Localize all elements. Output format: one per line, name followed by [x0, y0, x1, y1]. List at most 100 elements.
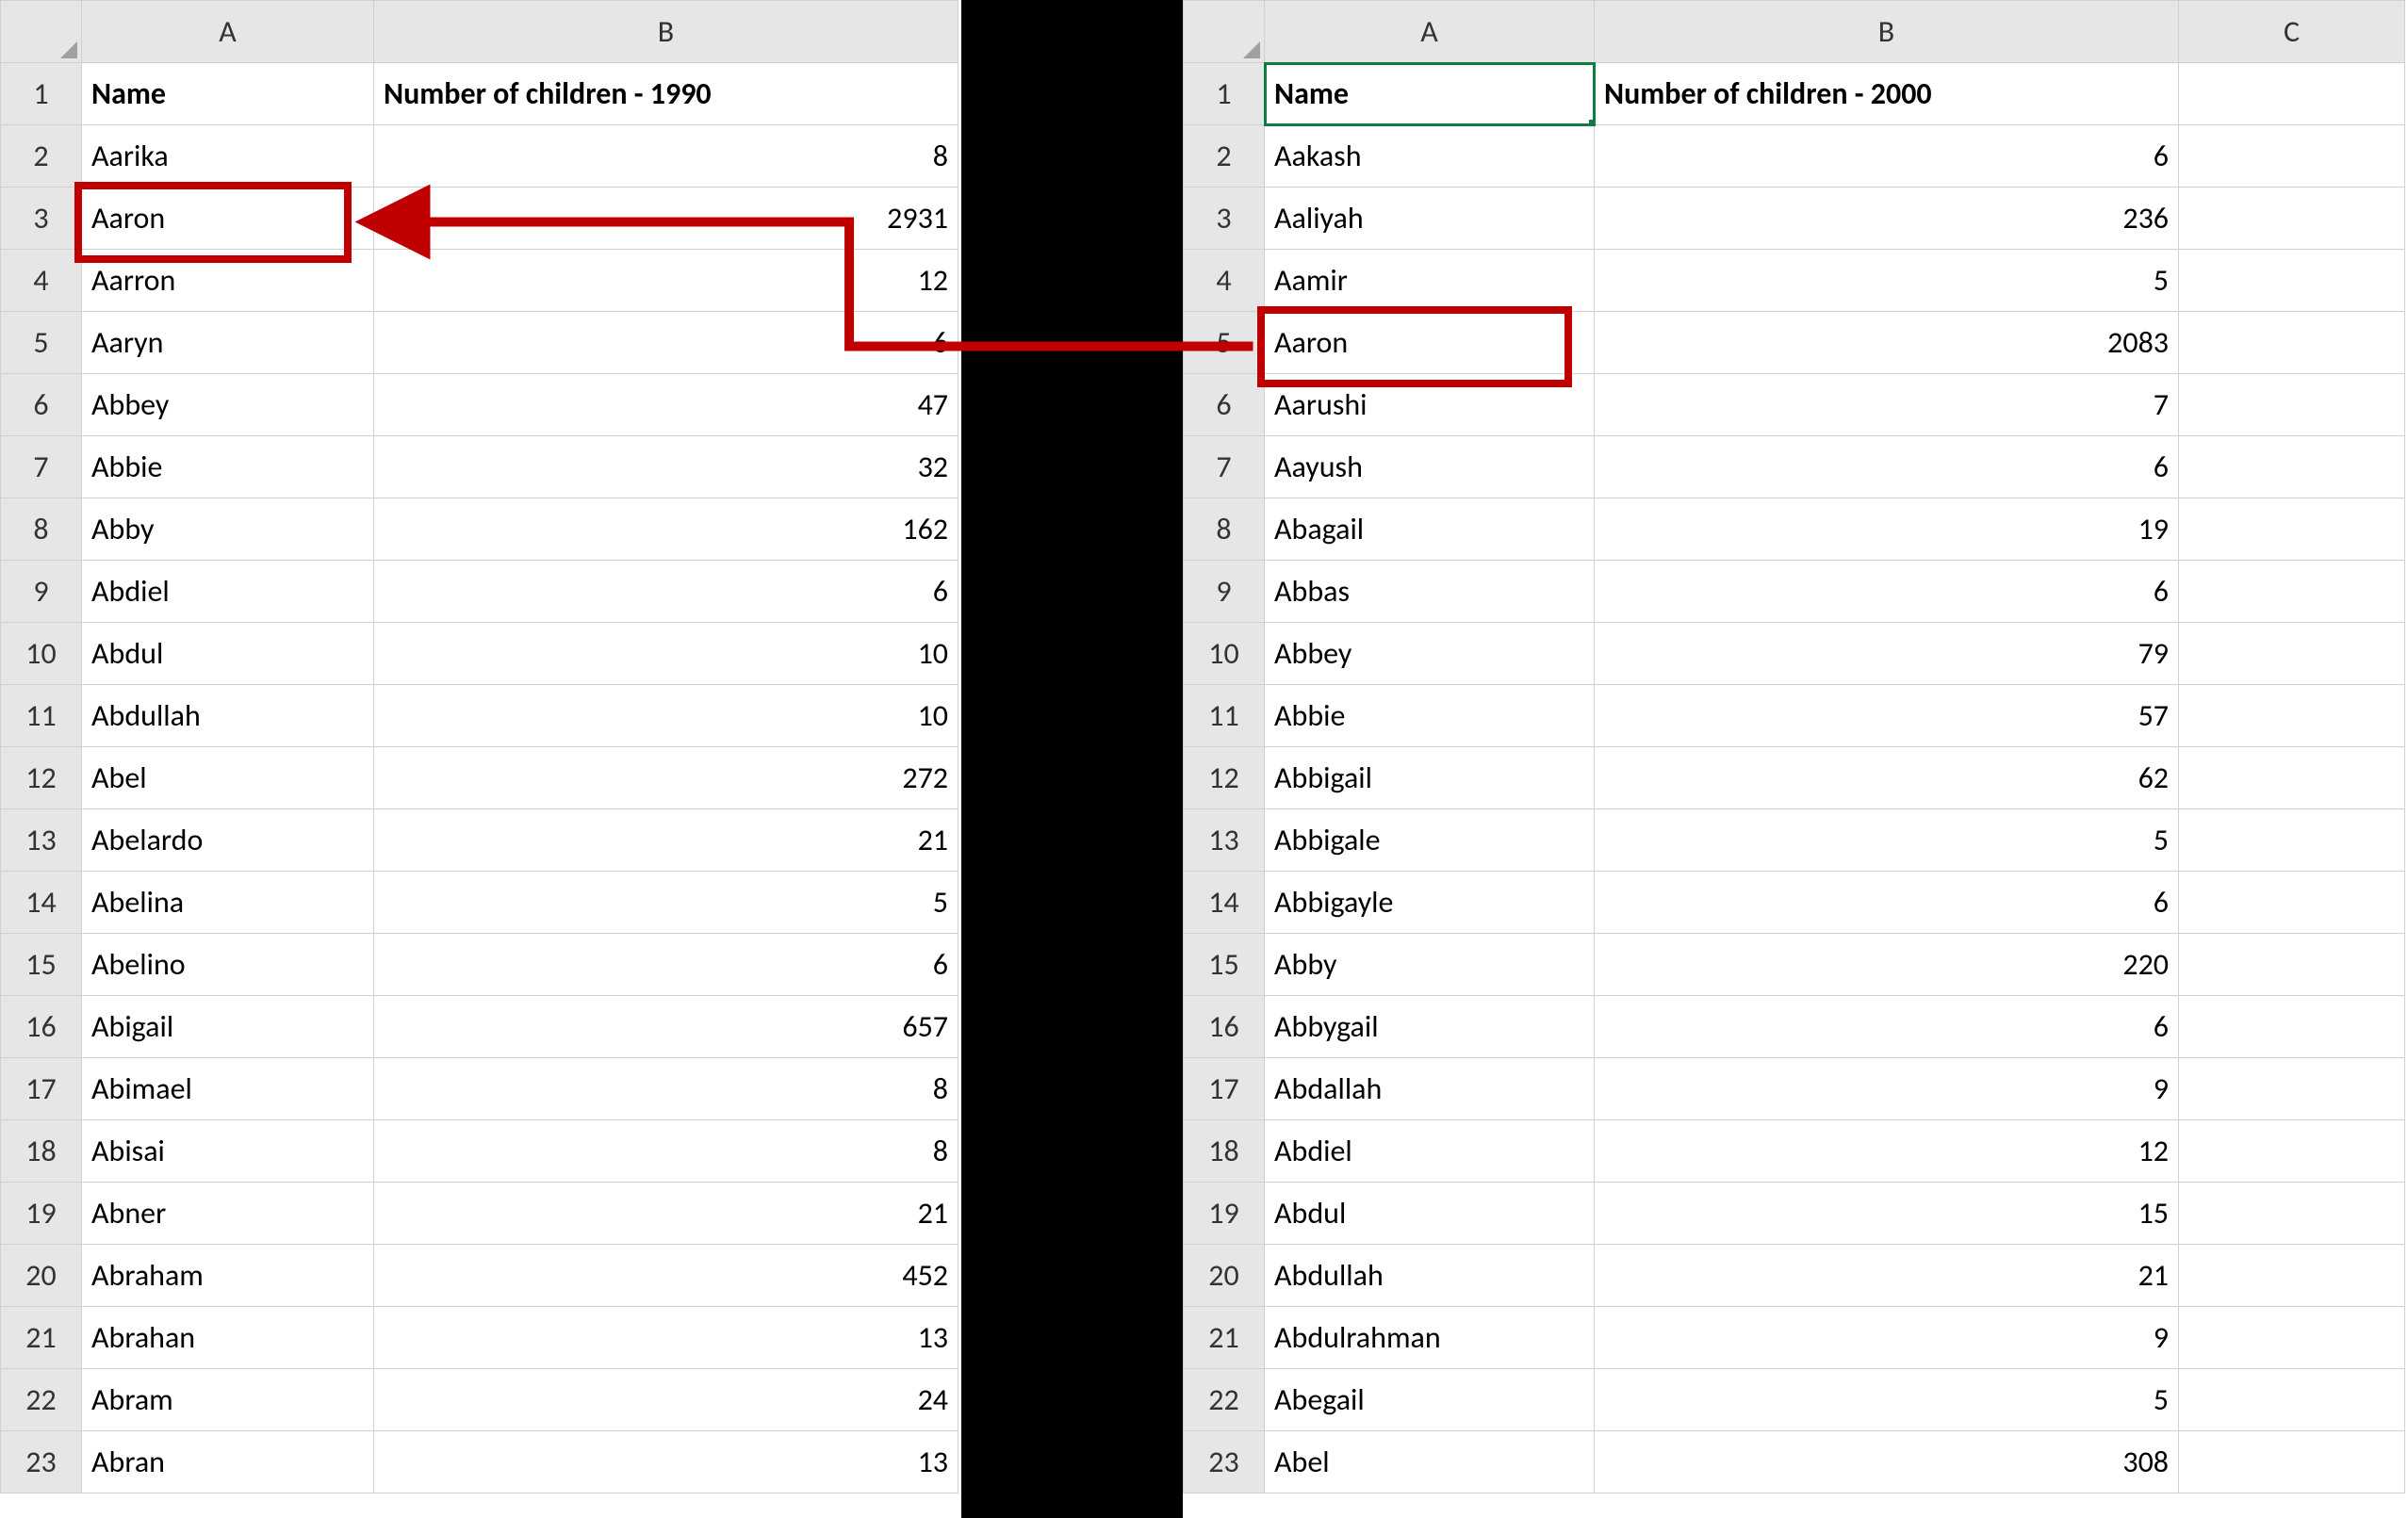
- cell[interactable]: Abisai: [82, 1120, 374, 1183]
- cell[interactable]: Abelina: [82, 872, 374, 934]
- cell[interactable]: [2179, 125, 2405, 188]
- cell[interactable]: Abdul: [82, 623, 374, 685]
- cell[interactable]: 162: [374, 498, 958, 561]
- cell[interactable]: 6: [1595, 125, 2179, 188]
- cell[interactable]: 9: [1595, 1307, 2179, 1369]
- cell[interactable]: 272: [374, 747, 958, 809]
- cell[interactable]: Abelardo: [82, 809, 374, 872]
- cell[interactable]: Abbygail: [1265, 996, 1595, 1058]
- cell[interactable]: 7: [1595, 374, 2179, 436]
- cell[interactable]: Abdulrahman: [1265, 1307, 1595, 1369]
- row-header[interactable]: 4: [1, 250, 82, 312]
- row-header[interactable]: 8: [1, 498, 82, 561]
- cell[interactable]: 13: [374, 1307, 958, 1369]
- cell[interactable]: 24: [374, 1369, 958, 1431]
- cell[interactable]: Abbie: [1265, 685, 1595, 747]
- cell[interactable]: Abbey: [1265, 623, 1595, 685]
- row-header[interactable]: 9: [1, 561, 82, 623]
- cell[interactable]: [2179, 996, 2405, 1058]
- row-header[interactable]: 6: [1184, 374, 1265, 436]
- cell[interactable]: 21: [374, 809, 958, 872]
- cell[interactable]: [2179, 1369, 2405, 1431]
- row-header[interactable]: 11: [1, 685, 82, 747]
- cell[interactable]: Abby: [82, 498, 374, 561]
- row-header[interactable]: 8: [1184, 498, 1265, 561]
- cell[interactable]: Abdul: [1265, 1183, 1595, 1245]
- cell[interactable]: 10: [374, 685, 958, 747]
- col-header-A[interactable]: A: [82, 1, 374, 63]
- cell[interactable]: 15: [1595, 1183, 2179, 1245]
- row-header[interactable]: 21: [1184, 1307, 1265, 1369]
- cell[interactable]: [2179, 1245, 2405, 1307]
- cell[interactable]: Abbie: [82, 436, 374, 498]
- cell[interactable]: Name: [1265, 63, 1595, 125]
- cell[interactable]: 2083: [1595, 312, 2179, 374]
- cell[interactable]: Abran: [82, 1431, 374, 1494]
- cell[interactable]: 9: [1595, 1058, 2179, 1120]
- row-header[interactable]: 20: [1184, 1245, 1265, 1307]
- cell[interactable]: [2179, 436, 2405, 498]
- cell[interactable]: 5: [1595, 809, 2179, 872]
- select-all-corner[interactable]: [1184, 1, 1265, 63]
- cell[interactable]: Abdullah: [82, 685, 374, 747]
- cell[interactable]: 32: [374, 436, 958, 498]
- col-header-B[interactable]: B: [1595, 1, 2179, 63]
- row-header[interactable]: 1: [1184, 63, 1265, 125]
- cell[interactable]: 47: [374, 374, 958, 436]
- row-header[interactable]: 20: [1, 1245, 82, 1307]
- cell[interactable]: Aaliyah: [1265, 188, 1595, 250]
- row-header[interactable]: 10: [1, 623, 82, 685]
- cell[interactable]: 12: [374, 250, 958, 312]
- cell[interactable]: Abagail: [1265, 498, 1595, 561]
- cell[interactable]: 10: [374, 623, 958, 685]
- row-header[interactable]: 23: [1184, 1431, 1265, 1494]
- row-header[interactable]: 12: [1184, 747, 1265, 809]
- cell[interactable]: Aarushi: [1265, 374, 1595, 436]
- row-header[interactable]: 19: [1184, 1183, 1265, 1245]
- cell[interactable]: [2179, 250, 2405, 312]
- cell[interactable]: [2179, 1120, 2405, 1183]
- row-header[interactable]: 7: [1184, 436, 1265, 498]
- cell[interactable]: Abimael: [82, 1058, 374, 1120]
- row-header[interactable]: 12: [1, 747, 82, 809]
- cell[interactable]: Abram: [82, 1369, 374, 1431]
- cell[interactable]: Abdullah: [1265, 1245, 1595, 1307]
- cell[interactable]: [2179, 188, 2405, 250]
- cell[interactable]: 21: [374, 1183, 958, 1245]
- col-header-C[interactable]: C: [2179, 1, 2405, 63]
- cell[interactable]: 220: [1595, 934, 2179, 996]
- row-header[interactable]: 5: [1184, 312, 1265, 374]
- cell[interactable]: [2179, 809, 2405, 872]
- cell[interactable]: 452: [374, 1245, 958, 1307]
- col-header-A[interactable]: A: [1265, 1, 1595, 63]
- cell[interactable]: 12: [1595, 1120, 2179, 1183]
- cell[interactable]: 13: [374, 1431, 958, 1494]
- cell[interactable]: [2179, 374, 2405, 436]
- cell[interactable]: 5: [374, 872, 958, 934]
- cell[interactable]: 6: [1595, 996, 2179, 1058]
- row-header[interactable]: 18: [1, 1120, 82, 1183]
- cell[interactable]: Abelino: [82, 934, 374, 996]
- cell[interactable]: 8: [374, 1058, 958, 1120]
- row-header[interactable]: 16: [1, 996, 82, 1058]
- cell[interactable]: Abbey: [82, 374, 374, 436]
- cell[interactable]: Aaryn: [82, 312, 374, 374]
- cell[interactable]: [2179, 934, 2405, 996]
- cell[interactable]: Abby: [1265, 934, 1595, 996]
- cell[interactable]: Abigail: [82, 996, 374, 1058]
- cell[interactable]: [2179, 1183, 2405, 1245]
- cell[interactable]: Abegail: [1265, 1369, 1595, 1431]
- cell[interactable]: 79: [1595, 623, 2179, 685]
- row-header[interactable]: 1: [1, 63, 82, 125]
- cell[interactable]: 308: [1595, 1431, 2179, 1494]
- cell[interactable]: [2179, 747, 2405, 809]
- cell[interactable]: Abbigail: [1265, 747, 1595, 809]
- cell[interactable]: Aarika: [82, 125, 374, 188]
- row-header[interactable]: 2: [1184, 125, 1265, 188]
- row-header[interactable]: 22: [1, 1369, 82, 1431]
- cell[interactable]: Aaron: [82, 188, 374, 250]
- cell[interactable]: [2179, 1058, 2405, 1120]
- cell[interactable]: 8: [374, 1120, 958, 1183]
- cell[interactable]: Abbigayle: [1265, 872, 1595, 934]
- cell[interactable]: 21: [1595, 1245, 2179, 1307]
